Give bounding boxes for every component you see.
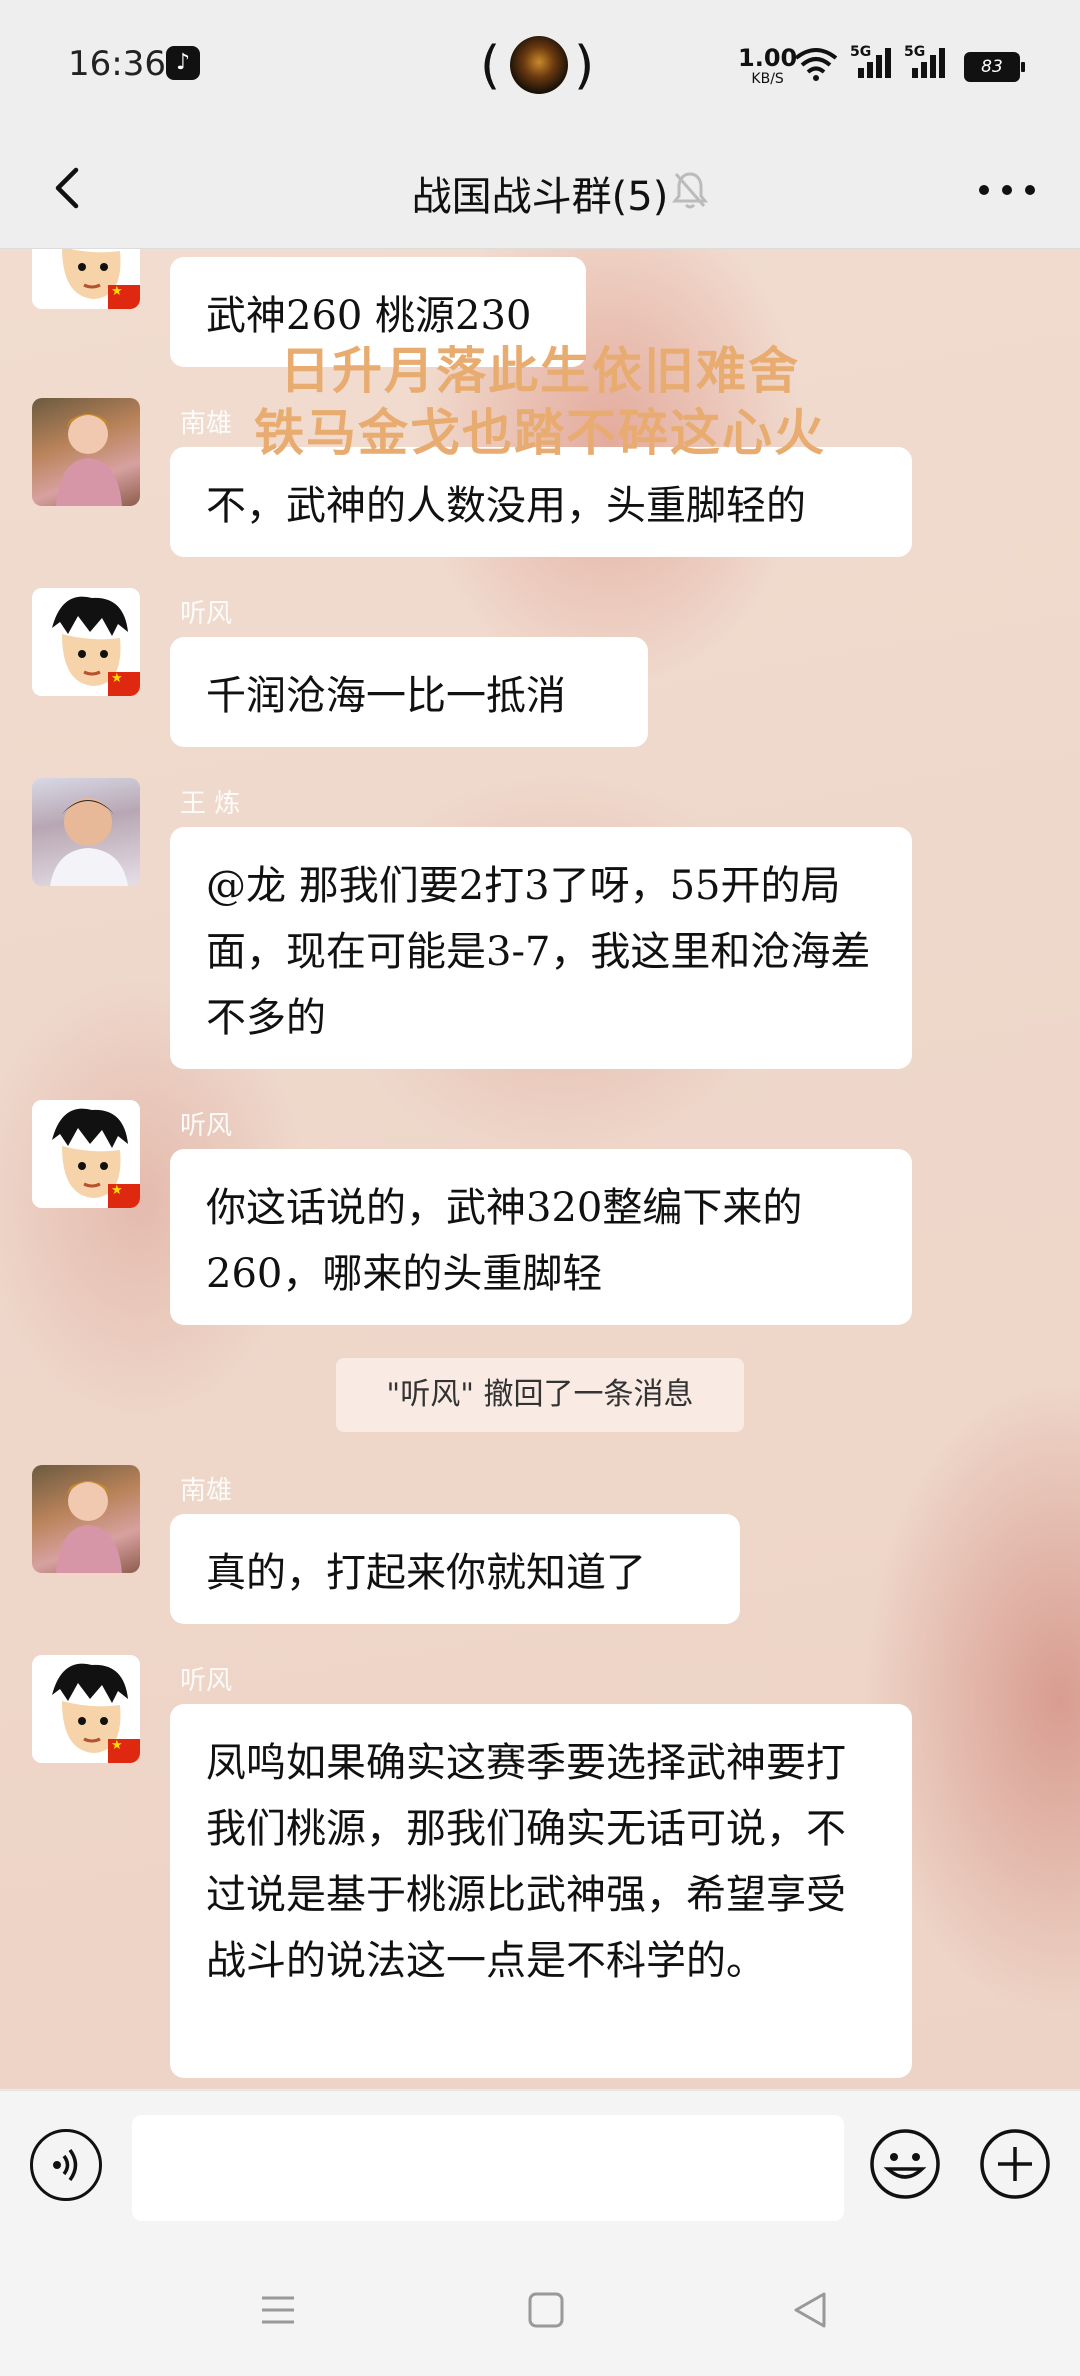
watermark-line-2: 铁马金戈也踏不碎这心火: [254, 403, 826, 462]
message-bubble[interactable]: 你这话说的，武神320整编下来的260，哪来的头重脚轻: [170, 1149, 912, 1325]
net-speed: 1.00 KB/S: [738, 46, 797, 86]
camera-cutout: ( ): [480, 36, 595, 96]
signal-icon-2: 5G: [904, 44, 948, 84]
bell-muted-icon: [672, 172, 708, 209]
photo-avatar-icon: [50, 798, 128, 886]
message-bubble[interactable]: 真的，打起来你就知道了: [170, 1514, 740, 1624]
message-bubble[interactable]: 千润沧海一比一抵消: [170, 637, 648, 747]
china-flag-icon: [108, 1184, 140, 1208]
sender-name: 王 炼: [180, 789, 241, 819]
avatar[interactable]: [32, 588, 140, 696]
signal-icon-1: 5G: [850, 44, 894, 84]
chat-title[interactable]: 战国战斗群(5): [0, 164, 1080, 222]
back-triangle-icon[interactable]: [780, 2280, 840, 2340]
live-indicator-icon: [510, 36, 568, 94]
avatar[interactable]: [32, 249, 140, 309]
system-nav-bar: [0, 2240, 1080, 2376]
avatar[interactable]: [32, 1465, 140, 1573]
sender-name: 南雄: [180, 1476, 233, 1506]
menu-icon[interactable]: [248, 2280, 308, 2340]
chat-messages-area[interactable]: 武神260 桃源230 南雄 不，武神的人数没用，头重脚轻的 听风 千润沧海一比…: [0, 249, 1080, 2089]
sender-name: 听风: [180, 1111, 233, 1141]
message-input[interactable]: [132, 2115, 844, 2221]
wifi-icon: [794, 48, 838, 81]
net-speed-unit: KB/S: [751, 71, 784, 87]
sender-name: 听风: [180, 1666, 233, 1696]
china-flag-icon: [108, 672, 140, 696]
sender-name: 听风: [180, 599, 233, 629]
tiktok-icon: ♪: [166, 46, 200, 80]
chat-header: 战国战斗群(5): [0, 130, 1080, 249]
net-speed-value: 1.00: [738, 44, 798, 72]
message-bubble[interactable]: @龙 那我们要2打3了呀，55开的局面，现在可能是3-7，我这里和沧海差不多的: [170, 827, 912, 1069]
paren-right-icon: ): [574, 36, 595, 96]
avatar[interactable]: [32, 1655, 140, 1763]
voice-icon[interactable]: [30, 2129, 102, 2201]
paren-left-icon: (: [480, 36, 501, 96]
avatar[interactable]: [32, 1100, 140, 1208]
status-bar: 16:36 ♪ ( ) 1.00 KB/S 5G 5G 83: [0, 0, 1080, 130]
avatar[interactable]: [32, 778, 140, 886]
photo-avatar-icon: [56, 1481, 122, 1573]
recall-notice: "听风" 撤回了一条消息: [336, 1358, 744, 1432]
emoji-icon[interactable]: [868, 2127, 942, 2201]
china-flag-icon: [108, 1739, 140, 1763]
battery-level: 83: [981, 57, 1003, 77]
input-bar: [0, 2090, 1080, 2241]
china-flag-icon: [108, 285, 140, 309]
more-dots-icon[interactable]: [972, 160, 1042, 220]
plus-icon[interactable]: [978, 2127, 1052, 2201]
battery-icon: 83: [964, 52, 1025, 82]
signal-2-label: 5G: [904, 44, 926, 60]
home-square-icon[interactable]: [516, 2280, 576, 2340]
status-time: 16:36: [68, 44, 166, 84]
message-bubble[interactable]: 凤鸣如果确实这赛季要选择武神要打我们桃源，那我们确实无话可说，不过说是基于桃源比…: [170, 1704, 912, 2078]
signal-1-label: 5G: [850, 44, 872, 60]
